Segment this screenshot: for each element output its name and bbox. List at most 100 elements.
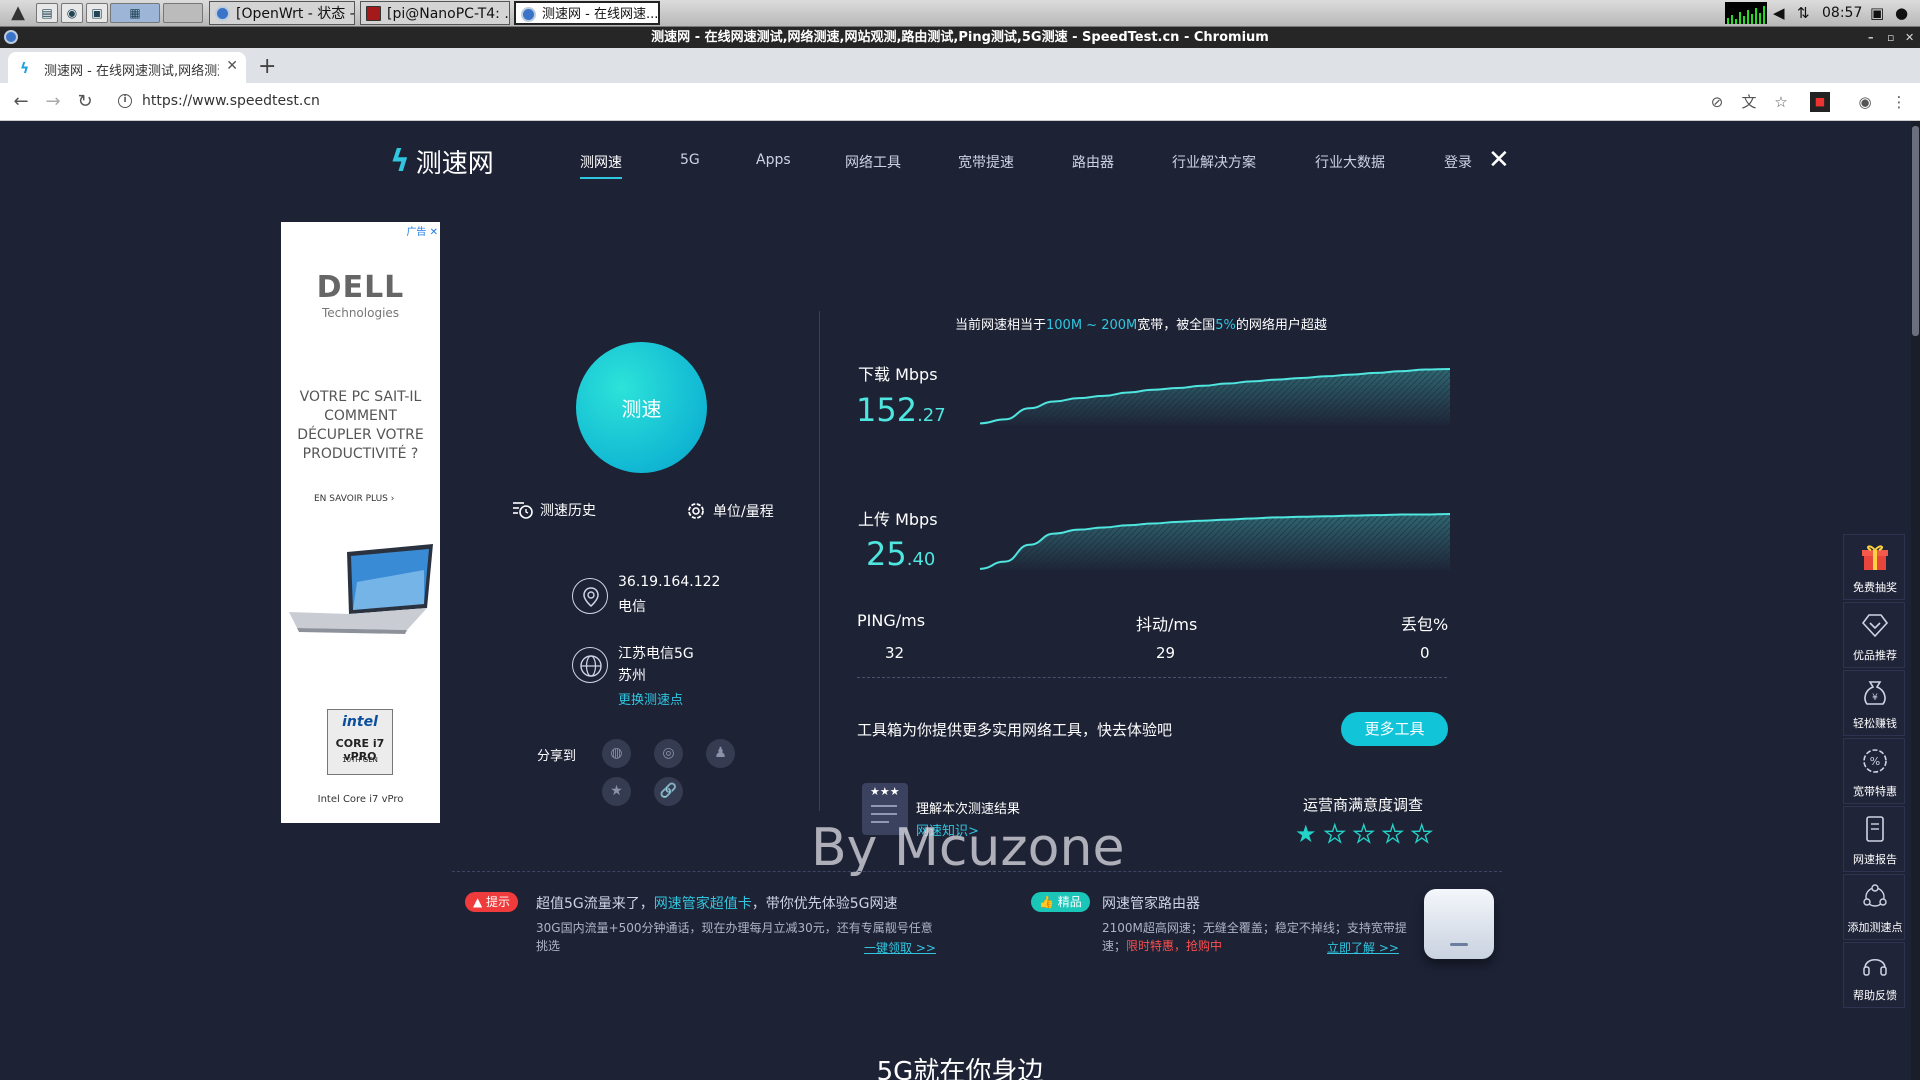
share-label: 分享到 [537,749,577,764]
menu-icon[interactable]: ⋮ [1889,92,1909,112]
nav-item-5g[interactable]: 5G [680,152,700,168]
terminal-icon [366,6,381,21]
translate-icon[interactable]: 文 [1739,92,1759,112]
close-icon[interactable]: ✕ [1488,147,1510,173]
server-city: 苏州 [618,668,646,684]
wechat-share-icon[interactable]: ◍ [602,739,631,768]
file-manager-launcher-icon[interactable]: ▤ [36,3,58,23]
units-range-button[interactable]: 单位/量程 [685,500,774,522]
nav-item-broadband-boost[interactable]: 宽带提速 [958,152,1014,172]
router-product-image[interactable] [1424,889,1494,959]
star-3-icon[interactable]: ★ [1352,821,1375,846]
bookmark-star-icon[interactable]: ☆ [1771,92,1791,112]
weibo-share-icon[interactable]: ◎ [654,739,683,768]
5g-promo-link[interactable]: 一键领取 >> [864,939,936,956]
qq-share-icon[interactable]: ♟ [706,739,735,768]
volume-icon[interactable]: ◀ [1773,3,1785,23]
qzone-share-icon[interactable]: ★ [602,777,631,806]
network-icon[interactable]: ⇅ [1797,3,1810,23]
copy-link-share-icon[interactable]: 🔗 [654,777,683,806]
star-4-icon[interactable]: ★ [1381,821,1404,846]
star-2-icon[interactable]: ★ [1323,821,1346,846]
nav-item-router[interactable]: 路由器 [1072,152,1114,172]
start-test-button[interactable]: 测速 [576,342,707,473]
site-info-icon[interactable]: i [118,94,132,108]
desktop-switcher-2-icon[interactable] [163,3,203,23]
url-text[interactable]: https://www.speedtest.cn [142,93,320,109]
address-bar[interactable]: i https://www.speedtest.cn [112,88,1772,116]
satisfaction-survey-title: 运营商满意度调查 [1303,796,1424,814]
history-label: 测速历史 [540,503,596,519]
os-taskbar: ▲ ▤ ◉ ▣ ▦ [OpenWrt - 状态 - ... [pi@NanoPC… [0,0,1920,27]
site-logo[interactable]: ϟ 测速网 [390,143,494,180]
sidebar-item-add-test-node[interactable]: 添加测速点 [1843,874,1905,940]
sidebar-item-help-feedback[interactable]: 帮助反馈 [1843,942,1905,1008]
clock[interactable]: 08:57 [1822,3,1862,23]
nav-item-speedtest[interactable]: 测网速 [580,152,622,179]
minimize-button[interactable]: – [1868,27,1874,48]
desktop-switcher-icon[interactable]: ▦ [110,3,160,23]
sidebar-item-recommended[interactable]: 优品推荐 [1843,602,1905,668]
scrollbar-thumb[interactable] [1912,126,1919,336]
chromium-icon [215,6,230,21]
start-menu-icon[interactable]: ▲ [4,2,32,24]
window-title: 测速网 - 在线网速测试,网络测速,网站观测,路由测试,Ping测试,5G测速 … [651,30,1269,45]
star-1-icon[interactable]: ★ [1295,822,1317,846]
change-server-link[interactable]: 更换测速点 [618,689,683,708]
nav-item-login[interactable]: 登录 [1444,152,1472,172]
headset-icon [1863,958,1887,976]
server-name: 江苏电信5G [618,646,694,662]
nav-item-industry-solutions[interactable]: 行业解决方案 [1172,152,1256,172]
speed-summary: 当前网速相当于100M ~ 200M宽带，被全国5%的网络用户超越 [955,318,1327,333]
upload-speed-graph [980,513,1450,570]
dell-ad-banner[interactable]: 广告 ✕ DELL Technologies VOTRE PC SAIT-IL … [281,222,440,823]
sidebar-item-speed-report[interactable]: 网速报告 [1843,806,1905,872]
sidebar-item-free-lottery[interactable]: 免费抽奖 [1843,534,1905,600]
gear-icon [688,503,704,519]
ad-label[interactable]: 广告 ✕ [406,223,438,238]
close-tab-icon[interactable]: ✕ [226,58,238,74]
dell-logo-subtitle: Technologies [321,306,400,320]
router-promo-link[interactable]: 立即了解 >> [1327,939,1399,956]
sidebar-item-broadband-discount[interactable]: % 宽带特惠 [1843,738,1905,804]
close-window-button[interactable]: ✕ [1905,27,1914,48]
reload-button[interactable]: ↻ [73,90,97,114]
5g-promo-title[interactable]: 超值5G流量来了，网速管家超值卡，带你优先体验5G网速 [536,893,898,913]
logo-text: 测速网 [415,149,494,179]
sidebar-item-earn-money[interactable]: ¥ 轻松赚钱 [1843,670,1905,736]
lock-icon[interactable]: ▣ [1870,3,1884,23]
back-button[interactable]: ← [9,90,33,114]
speedtest-page: ϟ 测速网 测网速 5G Apps 网络工具 宽带提速 路由器 行业解决方案 行… [0,121,1920,1080]
nav-item-network-tools[interactable]: 网络工具 [845,152,901,172]
router-promo-title[interactable]: 网速管家路由器 [1102,893,1200,913]
tip-badge: ▲ 提示 [465,892,519,912]
taskbar-window-terminal[interactable]: [pi@NanoPC-T4: ... [360,1,510,25]
taskbar-window-openwrt[interactable]: [OpenWrt - 状态 - ... [209,1,355,25]
terminal-launcher-icon[interactable]: ▣ [86,3,108,23]
results-divider [857,677,1447,678]
browser-tab[interactable]: ϟ 测速网 - 在线网速测试,网络测速 ✕ [8,52,246,83]
star-5-icon[interactable]: ★ [1410,821,1433,846]
user-icon[interactable]: ● [1895,3,1908,23]
ad-cta-link[interactable]: EN SAVOIR PLUS › [314,494,394,504]
section-divider [452,871,1502,872]
test-history-button[interactable]: 测速历史 [512,500,596,520]
svg-text:¥: ¥ [1872,693,1878,703]
download-speed-graph [980,368,1450,425]
nav-item-apps[interactable]: Apps [756,152,791,168]
extension-icon[interactable]: ■ [1810,92,1830,112]
taskbar-window-label: [OpenWrt - 状态 - ... [236,6,355,22]
more-tools-button[interactable]: 更多工具 [1341,712,1448,746]
profile-icon[interactable]: ◉ [1855,92,1875,112]
jitter-value: 29 [1156,644,1176,662]
taskbar-window-speedtest[interactable]: 测速网 - 在线网速... [514,1,660,25]
blocked-content-icon[interactable]: ⊘ [1707,92,1727,112]
new-tab-button[interactable]: + [258,54,276,79]
watermark-text: By Mcuzone [811,818,1125,878]
ping-value: 32 [885,644,905,662]
nav-item-industry-data[interactable]: 行业大数据 [1315,152,1385,172]
maximize-button[interactable]: ▫ [1887,27,1894,48]
browser-launcher-icon[interactable]: ◉ [61,3,83,23]
page-scrollbar[interactable] [1911,121,1920,1080]
forward-button[interactable]: → [41,90,65,114]
